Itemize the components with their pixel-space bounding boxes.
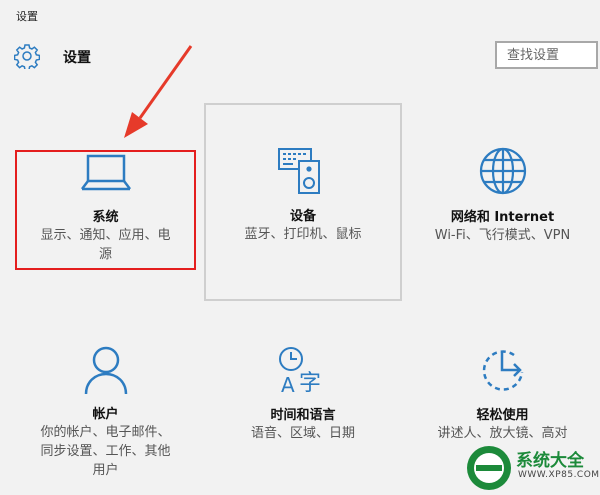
watermark-url: WWW.XP85.COM xyxy=(518,470,600,480)
annotation-arrow xyxy=(124,45,193,138)
watermark: 系统大全 WWW.XP85.COM xyxy=(462,442,600,495)
watermark-text: 系统大全 xyxy=(516,451,584,471)
watermark-logo-icon xyxy=(467,446,511,490)
